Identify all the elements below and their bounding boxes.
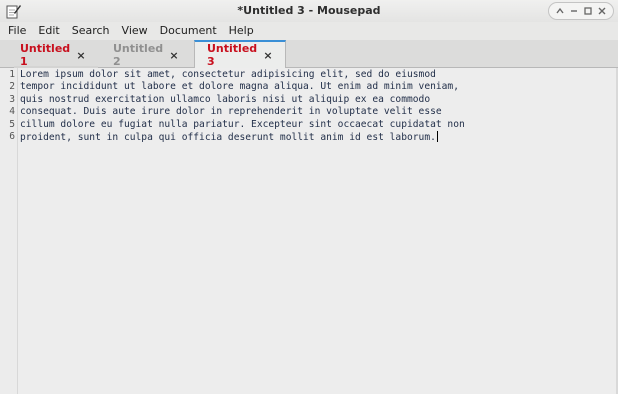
tab-untitled-2[interactable]: Untitled 2 ×: [101, 42, 193, 68]
menu-help[interactable]: Help: [223, 23, 260, 39]
tab-close-icon[interactable]: ×: [168, 49, 180, 62]
line-number: 2: [9, 81, 15, 93]
minimize-up-icon[interactable]: [554, 5, 566, 17]
tab-label: Untitled 3: [207, 42, 258, 68]
title-bar[interactable]: *Untitled 3 - Mousepad: [0, 0, 618, 22]
line-number: 3: [9, 93, 15, 105]
restore-icon[interactable]: [568, 5, 580, 17]
menu-edit[interactable]: Edit: [32, 23, 65, 39]
menu-file[interactable]: File: [0, 23, 32, 39]
text-line[interactable]: cillum dolore eu fugiat nulla pariatur. …: [20, 119, 616, 131]
menu-bar: File Edit Search View Document Help: [0, 22, 618, 40]
line-number-gutter: 1 2 3 4 5 6: [0, 68, 18, 394]
text-cursor: [436, 130, 438, 142]
text-content[interactable]: Lorem ipsum dolor sit amet, consectetur …: [20, 69, 616, 143]
text-line[interactable]: tempor incididunt ut labore et dolore ma…: [20, 81, 616, 93]
text-line[interactable]: quis nostrud exercitation ullamco labori…: [20, 94, 616, 106]
window-controls: [548, 2, 614, 20]
tab-untitled-3[interactable]: Untitled 3 ×: [194, 40, 286, 68]
tab-close-icon[interactable]: ×: [75, 49, 87, 62]
line-number: 6: [9, 130, 15, 142]
line-number: 1: [9, 69, 15, 80]
tab-label: Untitled 1: [20, 42, 71, 68]
maximize-icon[interactable]: [582, 5, 594, 17]
text-line-last[interactable]: proident, sunt in culpa qui officia dese…: [20, 130, 616, 143]
tab-bar: Untitled 1 × Untitled 2 × Untitled 3 ×: [0, 40, 618, 68]
text-line[interactable]: consequat. Duis aute irure dolor in repr…: [20, 106, 616, 118]
menu-document[interactable]: Document: [154, 23, 223, 39]
menu-view[interactable]: View: [116, 23, 154, 39]
line-number: 4: [9, 106, 15, 118]
text-editor[interactable]: 1 2 3 4 5 6 Lorem ipsum dolor sit amet, …: [0, 68, 618, 394]
line-number: 5: [9, 118, 15, 130]
close-icon[interactable]: [596, 5, 608, 17]
tab-label: Untitled 2: [113, 42, 164, 68]
text-line[interactable]: proident, sunt in culpa qui officia dese…: [20, 132, 436, 143]
tab-close-icon[interactable]: ×: [262, 49, 274, 62]
tab-untitled-1[interactable]: Untitled 1 ×: [8, 42, 100, 68]
window-title: *Untitled 3 - Mousepad: [237, 4, 381, 17]
menu-search[interactable]: Search: [66, 23, 116, 39]
text-line[interactable]: Lorem ipsum dolor sit amet, consectetur …: [20, 69, 616, 81]
